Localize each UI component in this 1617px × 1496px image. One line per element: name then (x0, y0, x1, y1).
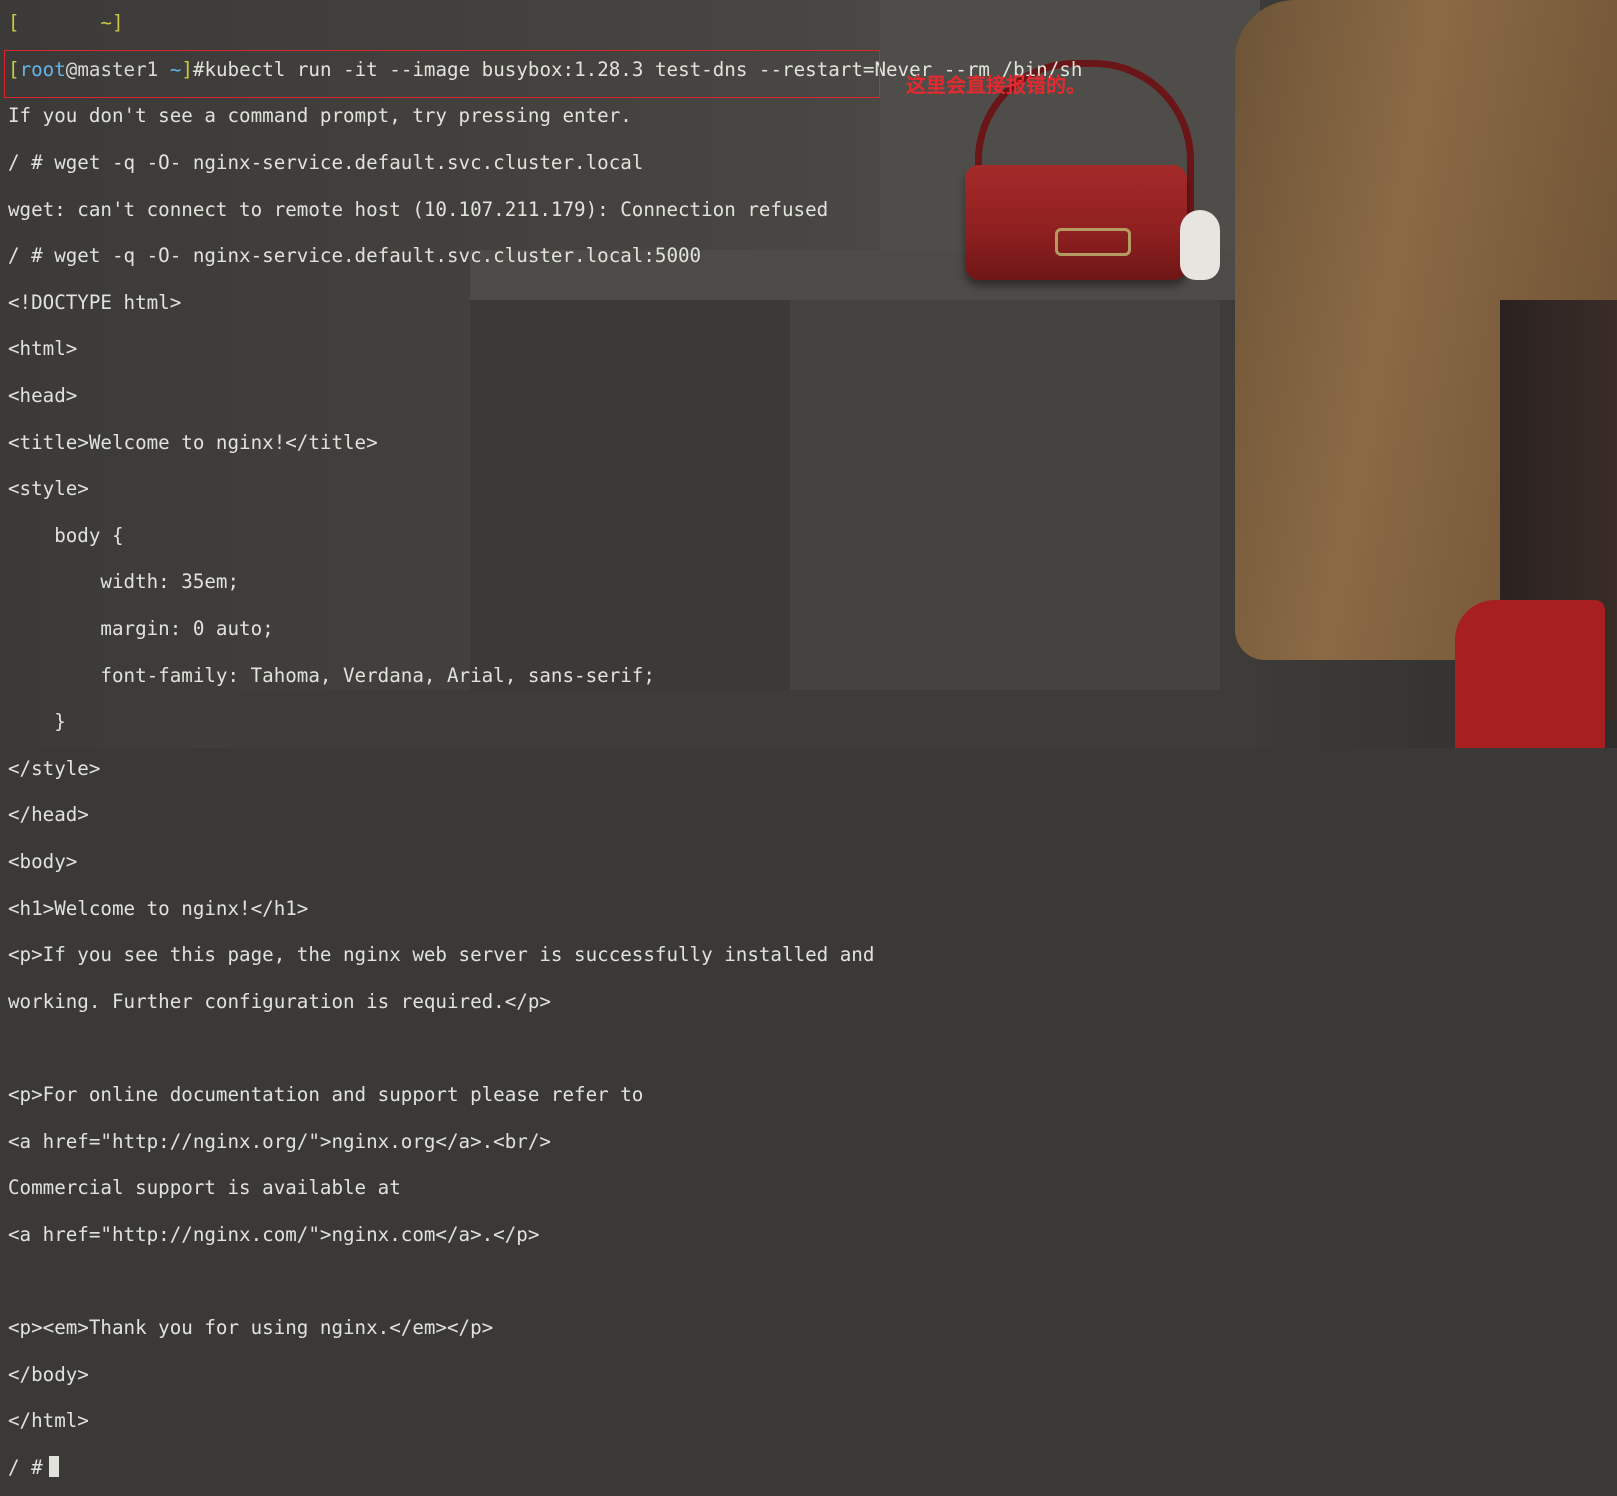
terminal-line: </html> (8, 1409, 89, 1433)
terminal-partial-line: [ ~] (8, 11, 124, 35)
terminal-line: </head> (8, 803, 89, 827)
block-cursor-icon (48, 1455, 59, 1477)
terminal-line: } (8, 710, 66, 734)
terminal-line: margin: 0 auto; (8, 617, 274, 641)
annotation-text: 这里会直接报错的。 (906, 73, 1086, 97)
terminal-line: <p>If you see this page, the nginx web s… (8, 943, 875, 967)
terminal-line: <html> (8, 337, 78, 361)
terminal-line: <p>For online documentation and support … (8, 1082, 644, 1106)
terminal-line-error: wget: can't connect to remote host (10.1… (8, 197, 829, 221)
terminal-line: <!DOCTYPE html> (8, 290, 182, 314)
terminal-line-wget-1: / # wget -q -O- nginx-service.default.sv… (8, 151, 644, 175)
terminal-line: </body> (8, 1362, 89, 1386)
terminal-line: font-family: Tahoma, Verdana, Arial, san… (8, 663, 655, 687)
terminal-line: <head> (8, 384, 78, 408)
terminal-line-wget-2: / # wget -q -O- nginx-service.default.sv… (8, 244, 702, 268)
terminal-line: width: 35em; (8, 570, 240, 594)
terminal-line: If you don't see a command prompt, try p… (8, 104, 632, 128)
terminal-input-line[interactable]: / # (8, 1455, 1617, 1479)
terminal-line: body { (8, 523, 124, 547)
terminal-line: <p><em>Thank you for using nginx.</em></… (8, 1315, 494, 1339)
terminal-line: Commercial support is available at (8, 1176, 401, 1200)
terminal-line: <body> (8, 849, 78, 873)
terminal-line: <title>Welcome to nginx!</title> (8, 430, 378, 454)
terminal-line: <h1>Welcome to nginx!</h1> (8, 896, 309, 920)
terminal-line: </style> (8, 756, 101, 780)
terminal-line: working. Further configuration is requir… (8, 989, 551, 1013)
final-prompt: / # (8, 1455, 43, 1479)
terminal-output[interactable]: [ ~] [root@master1 ~]#kubectl run -it --… (8, 0, 1617, 1478)
terminal-line: <a href="http://nginx.com/">nginx.com</a… (8, 1222, 540, 1246)
error-highlight-box (4, 50, 880, 98)
terminal-line: <a href="http://nginx.org/">nginx.org</a… (8, 1129, 551, 1153)
terminal-line: <style> (8, 477, 89, 501)
